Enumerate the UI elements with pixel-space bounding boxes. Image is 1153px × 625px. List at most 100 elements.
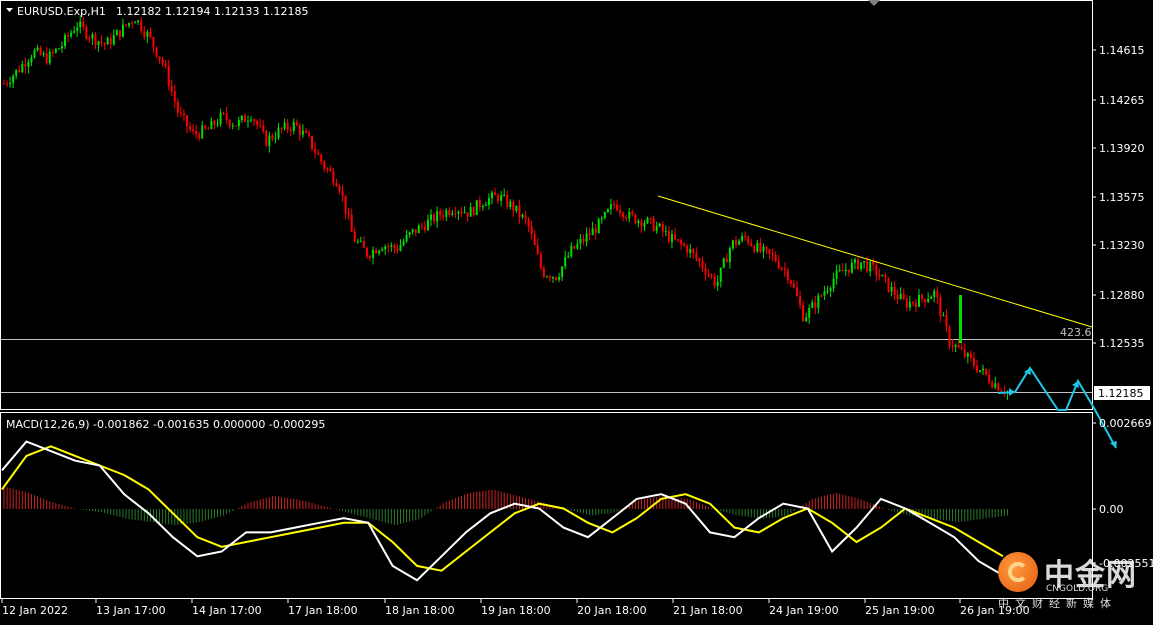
candle-body [317,152,320,155]
candle-body [70,32,73,37]
candle-body [503,194,506,196]
candle-body [872,261,875,265]
candle-body [1000,390,1003,392]
candle-body [112,35,115,45]
candle-body [106,38,109,45]
candle-body [844,269,847,272]
candle-body [466,212,469,217]
candle-body [67,35,70,37]
candle-body [972,357,975,366]
candle-body [960,347,963,350]
candle-body [747,237,750,244]
candle-body [579,238,582,244]
candle-body [240,115,243,121]
candle-body [414,229,417,234]
forecast-arrow-path [997,366,1117,449]
candle-body [969,353,972,358]
candle-body [652,218,655,231]
candle-body [411,229,414,233]
candle-body [655,226,658,231]
candle-body [555,277,558,280]
candle-body [847,269,850,273]
candle-body [426,219,429,231]
candle-body [274,138,277,140]
candle-body [780,267,783,269]
candle-body [6,83,9,85]
candle-body [454,213,457,215]
candle-body [420,225,423,227]
candle-body [234,125,237,127]
candle-body [674,234,676,240]
candle-body [683,243,686,246]
candle-body [286,122,289,130]
candle-body [335,182,338,187]
candle-body [344,195,347,214]
candle-body [582,238,585,242]
candle-body [3,83,5,85]
candle-body [146,31,149,37]
candle-body [131,22,134,24]
candle-body [850,262,853,273]
candle-body [76,27,79,32]
candle-body [85,26,88,39]
candle-body [430,214,432,220]
candle-body [320,154,323,162]
candle-body [387,246,390,248]
candle-body [42,53,45,55]
candle-body [280,127,283,129]
candle-body [27,62,30,67]
candle-body [198,134,201,139]
time-tick-label: 12 Jan 2022 [2,604,68,617]
candle-body [936,290,939,298]
candle-body [857,259,859,270]
price-tick-label: 1.13575 [1099,191,1145,204]
candle-body [259,124,262,126]
candle-body [637,220,640,224]
candle-body [686,245,689,253]
candle-body [658,223,661,227]
candle-body [881,274,884,277]
candle-body [692,249,695,253]
candle-body [646,218,649,224]
candle-body [875,264,878,275]
candle-body [835,270,838,279]
candle-body [417,225,420,234]
candle-body [210,120,213,130]
candle-body [545,276,548,278]
candle-body [667,230,670,242]
candle-body [664,230,667,232]
candle-body [341,191,344,196]
candle-body [701,261,704,269]
candle-body [268,135,271,146]
candle-body [448,210,451,215]
candle-body [152,37,155,48]
candle-body [350,214,353,232]
collapse-triangle-icon[interactable] [6,8,13,12]
candle-body [561,266,564,277]
candle-body [54,48,57,53]
candle-body [369,256,371,258]
candle-body [945,315,948,328]
candle-body [167,65,170,86]
chart-canvas[interactable]: 1.14615 1.14265 1.13920 1.13575 1.13230 1.128… [0,0,1153,621]
candle-body [750,243,753,246]
candle-body [622,212,625,218]
candle-body [396,248,399,251]
scroll-marker-icon[interactable] [868,0,880,6]
candle-body [301,130,304,135]
candle-body [21,64,24,72]
candle-body [186,115,188,127]
candle-body [600,218,603,220]
candle-body [179,112,182,114]
candle-body [759,242,762,252]
time-tick-label: 17 Jan 18:00 [288,604,358,617]
candle-body [115,30,118,36]
candle-body [298,125,301,135]
chart-window[interactable]: 1.14615 1.14265 1.13920 1.13575 1.13230 1.128… [0,0,1153,621]
candle-body [308,132,310,136]
price-tick-label: 1.14615 [1099,44,1145,57]
candle-body [774,254,777,262]
time-tick-label: 14 Jan 17:00 [192,604,262,617]
candle-body [890,286,893,292]
watermark-logo: 中金网 CNGOLD.ORG 中文财经新媒体 [998,550,1148,612]
